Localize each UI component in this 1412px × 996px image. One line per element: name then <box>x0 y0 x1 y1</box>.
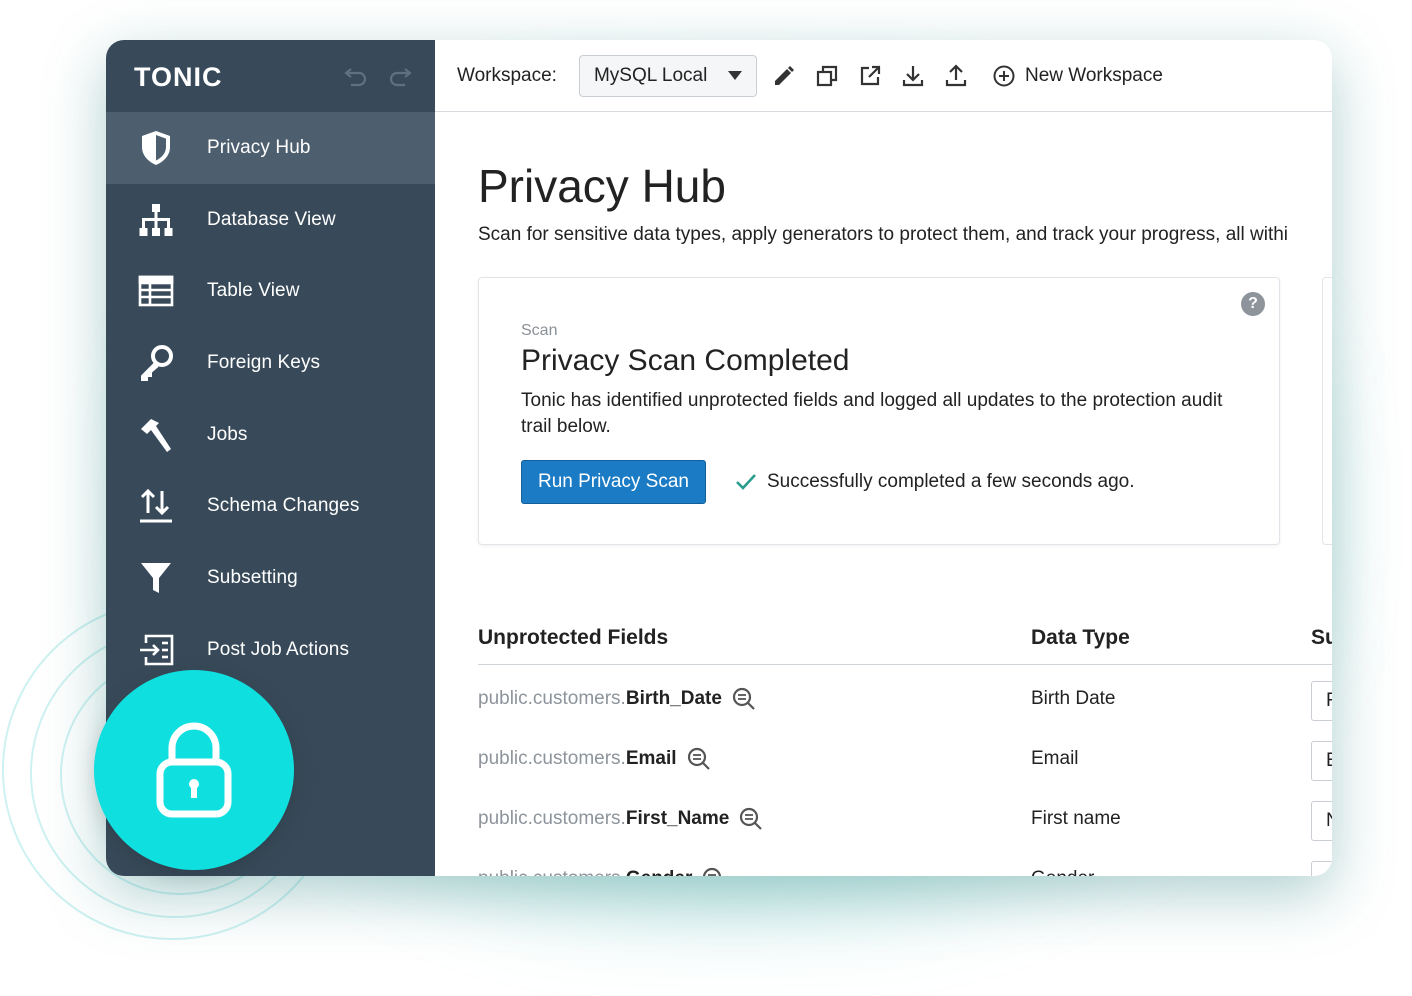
table-row: public.customers.First_Name First name N <box>435 789 1332 849</box>
key-icon <box>136 343 176 383</box>
upload-icon[interactable] <box>941 61 971 91</box>
sidebar-item-privacy-hub[interactable]: Privacy Hub <box>106 112 435 184</box>
redo-icon[interactable] <box>387 62 413 88</box>
field-column: Gender <box>626 868 693 876</box>
workspace-select-value: MySQL Local <box>593 64 708 86</box>
column-header-data-type[interactable]: Data Type <box>1031 626 1130 650</box>
field-prefix: public.customers. <box>478 688 626 709</box>
table-row: public.customers.Email Email E <box>435 729 1332 789</box>
inspect-search-icon[interactable] <box>687 747 711 771</box>
field-cell: public.customers. First_Name <box>478 789 763 849</box>
inspect-search-icon[interactable] <box>739 807 763 831</box>
post-job-icon <box>136 630 176 670</box>
sidebar-item-label: Database View <box>207 208 336 230</box>
shield-icon <box>136 128 176 168</box>
scan-title: Privacy Scan Completed <box>521 344 850 377</box>
sidebar-item-post-job-actions[interactable]: Post Job Actions <box>106 614 435 686</box>
sidebar-item-label: Foreign Keys <box>207 351 321 373</box>
generator-select[interactable]: N <box>1311 801 1332 841</box>
download-icon[interactable] <box>898 61 928 91</box>
undo-icon[interactable] <box>343 62 369 88</box>
field-cell: public.customers.Gender <box>478 849 726 876</box>
scan-status-text: Successfully completed a few seconds ago… <box>767 471 1135 492</box>
sidebar-item-database-view[interactable]: Database View <box>106 184 435 256</box>
generator-select[interactable]: G <box>1311 861 1332 876</box>
generator-select[interactable]: E <box>1311 741 1332 781</box>
scan-description: Tonic has identified unprotected fields … <box>521 390 1223 437</box>
lock-badge <box>94 670 294 870</box>
new-workspace-button[interactable]: New Workspace <box>993 65 1163 87</box>
field-column: Birth_Date <box>625 688 722 709</box>
inspect-search-icon[interactable] <box>732 687 756 711</box>
generator-select[interactable]: F <box>1311 681 1332 721</box>
field-cell: public.customers. Email <box>478 729 711 789</box>
undo-redo-group <box>343 62 413 88</box>
run-privacy-scan-button[interactable]: Run Privacy Scan <box>521 460 706 504</box>
field-cell: public.customers. Birth_Date <box>478 669 756 729</box>
sidebar-item-label: Subsetting <box>207 566 298 588</box>
open-external-icon[interactable] <box>855 61 885 91</box>
data-type-cell: Email <box>1031 748 1079 769</box>
field-prefix: public.customers. <box>478 748 626 769</box>
table-header-divider <box>478 664 1332 665</box>
sidebar-item-label: Jobs <box>207 423 248 445</box>
sidebar-item-label: Table View <box>207 280 300 302</box>
sidebar-item-foreign-keys[interactable]: Foreign Keys <box>106 327 435 399</box>
lock-icon <box>156 722 232 818</box>
table-icon <box>136 271 176 311</box>
workspace-label: Workspace: <box>457 64 557 86</box>
field-column: Email <box>625 748 677 769</box>
sidebar-item-label: Post Job Actions <box>207 638 350 660</box>
plus-circle-icon <box>993 65 1015 86</box>
column-header-third[interactable]: Su <box>1311 626 1332 650</box>
main-content: Privacy Hub Scan for sensitive data type… <box>435 113 1332 876</box>
field-prefix: public.customers. <box>478 808 626 829</box>
funnel-icon <box>136 558 176 598</box>
secondary-card <box>1322 277 1332 545</box>
sidebar-item-table-view[interactable]: Table View <box>106 255 435 327</box>
table-row: public.customers.Birth_Date Birth Date F <box>435 669 1332 729</box>
scan-eyebrow: Scan <box>521 322 558 339</box>
check-icon <box>736 474 756 490</box>
workspace-select[interactable]: MySQL Local <box>578 54 757 97</box>
data-type-cell: Birth Date <box>1031 688 1116 709</box>
new-workspace-label: New Workspace <box>1024 64 1163 86</box>
scan-card: ? Scan Privacy Scan Completed Tonic has … <box>478 277 1280 545</box>
sidebar-item-jobs[interactable]: Jobs <box>106 399 435 471</box>
sidebar-item-label: Schema Changes <box>207 495 360 517</box>
help-icon[interactable]: ? <box>1241 292 1265 316</box>
sidebar-item-subsetting[interactable]: Subsetting <box>106 542 435 614</box>
pencil-icon[interactable] <box>769 61 799 91</box>
sidebar-nav: Privacy Hub Database View Table View For… <box>106 112 435 686</box>
field-column: First_Name <box>625 808 730 829</box>
inspect-search-icon[interactable] <box>702 867 726 876</box>
brand-text: TONIC <box>134 62 223 90</box>
data-type-cell: First name <box>1031 808 1121 829</box>
copy-icon[interactable] <box>812 61 842 91</box>
caret-down-icon <box>727 70 742 80</box>
field-prefix: public.customers. <box>478 868 626 876</box>
hierarchy-icon <box>136 200 176 240</box>
topbar: Workspace: MySQL Local New Workspace <box>435 40 1332 112</box>
page-title: Privacy Hub <box>478 160 726 212</box>
column-header-unprotected-fields[interactable]: Unprotected Fields <box>478 626 668 650</box>
tonic-logo: TONIC <box>134 62 223 90</box>
table-row: public.customers.Gender Gender G <box>435 849 1332 876</box>
scan-status: Successfully completed a few seconds ago… <box>735 471 1135 493</box>
sidebar-item-label: Privacy Hub <box>207 136 311 158</box>
data-type-cell: Gender <box>1031 849 1094 876</box>
sidebar-item-schema-changes[interactable]: Schema Changes <box>106 470 435 542</box>
page-subtitle: Scan for sensitive data types, apply gen… <box>478 224 1289 245</box>
hammer-icon <box>136 415 176 455</box>
schema-changes-icon <box>136 486 176 526</box>
